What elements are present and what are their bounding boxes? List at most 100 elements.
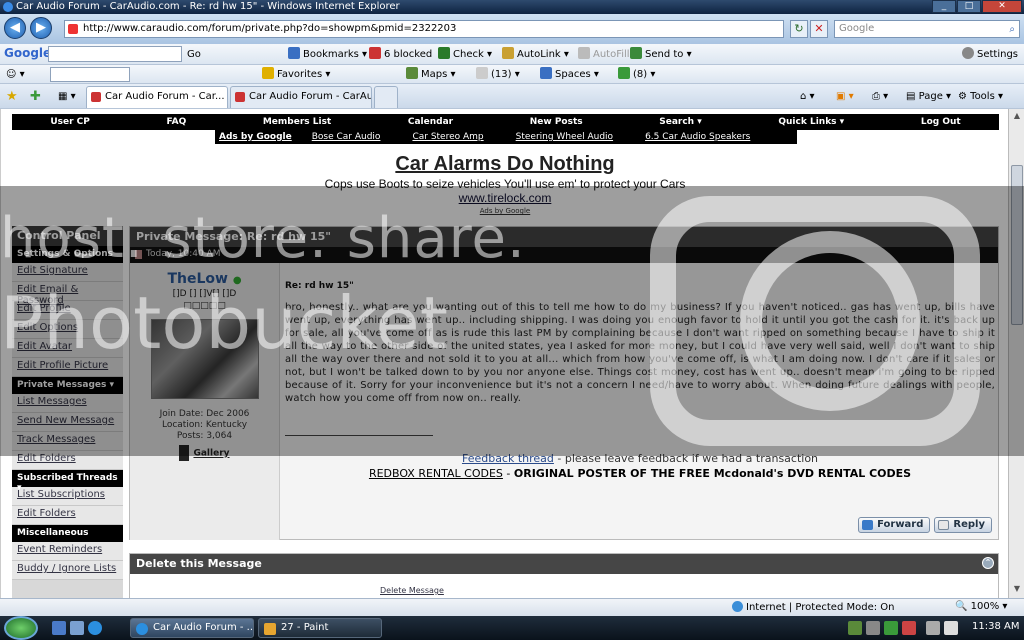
link-buddy-ignore-lists[interactable]: Buddy / Ignore Lists: [12, 561, 123, 580]
forward-message-button[interactable]: Forward: [858, 517, 931, 533]
ie-quicklaunch-icon[interactable]: [88, 621, 102, 635]
tray-icon[interactable]: [866, 621, 880, 635]
autofill-button[interactable]: AutoFill: [578, 47, 630, 62]
taskbar-ie-window[interactable]: Car Audio Forum - ...: [130, 618, 254, 638]
link-edit-profile[interactable]: Edit Profile: [12, 301, 123, 320]
tray-icon[interactable]: [902, 621, 916, 635]
home-icon[interactable]: ⌂ ▾: [800, 89, 815, 104]
maximize-button[interactable]: □: [957, 0, 981, 13]
link-track-messages[interactable]: Track Messages: [12, 432, 123, 451]
ads-label[interactable]: Ads by Google: [215, 132, 296, 142]
quick-tabs-icon[interactable]: ▦ ▾: [58, 89, 76, 104]
nav-faq[interactable]: FAQ: [166, 117, 186, 127]
delete-message-panel: Delete this Message ⌃ Delete Message: [129, 553, 999, 598]
show-desktop-icon[interactable]: [52, 621, 66, 635]
nav-members-list[interactable]: Members List: [263, 117, 331, 127]
favorites-button[interactable]: Favorites ▾: [262, 67, 330, 82]
stop-button[interactable]: ✕: [810, 20, 828, 38]
tray-icon[interactable]: [848, 621, 862, 635]
spaces-button[interactable]: Spaces ▾: [540, 67, 599, 82]
tools-menu-button[interactable]: ⚙ Tools ▾: [958, 89, 1003, 104]
tab-car-audio-2[interactable]: Car Audio Forum - CarAu...: [230, 86, 372, 108]
link-list-messages[interactable]: List Messages: [12, 394, 123, 413]
reply-button[interactable]: Reply: [934, 517, 992, 533]
nav-search[interactable]: Search ▾: [659, 117, 702, 127]
nav-calendar[interactable]: Calendar: [408, 117, 453, 127]
volume-icon[interactable]: [944, 621, 958, 635]
security-zone[interactable]: Internet | Protected Mode: On: [732, 601, 894, 613]
user-avatar[interactable]: [150, 319, 259, 399]
people-button[interactable]: (8) ▾: [618, 67, 655, 82]
new-tab-button[interactable]: [374, 86, 398, 108]
spellcheck-button[interactable]: Check ▾: [438, 47, 492, 62]
nav-quick-links[interactable]: Quick Links ▾: [778, 117, 844, 127]
web-search-input[interactable]: [50, 67, 130, 82]
google-settings-button[interactable]: Settings: [962, 47, 1018, 62]
maps-button[interactable]: Maps ▾: [406, 67, 456, 82]
favorites-center-icon[interactable]: ★: [6, 89, 18, 104]
ad-title[interactable]: Car Alarms Do Nothing: [1, 153, 1008, 176]
minimize-button[interactable]: _: [932, 0, 956, 13]
nav-user-cp[interactable]: User CP: [50, 117, 90, 127]
collapse-icon[interactable]: ⌃: [982, 557, 994, 569]
scroll-thumb[interactable]: [1011, 165, 1023, 325]
print-icon[interactable]: ⎙ ▾: [872, 89, 888, 104]
ad-link[interactable]: Bose Car Audio: [296, 132, 397, 142]
sendto-button[interactable]: Send to ▾: [630, 47, 692, 62]
redbox-codes-link[interactable]: REDBOX RENTAL CODES: [369, 467, 503, 480]
autolink-button[interactable]: AutoLink ▾: [502, 47, 569, 62]
ad-link[interactable]: Car Stereo Amp: [396, 132, 499, 142]
mail-button[interactable]: (13) ▾: [476, 67, 520, 82]
ad-link[interactable]: 6.5 Car Audio Speakers: [629, 132, 766, 142]
feedback-thread-link[interactable]: Feedback thread: [462, 452, 554, 465]
user-stats: Join Date: Dec 2006 Location: Kentucky P…: [130, 409, 279, 442]
taskbar-paint-window[interactable]: 27 - Paint: [258, 618, 382, 638]
link-event-reminders[interactable]: Event Reminders: [12, 542, 123, 561]
forward-button[interactable]: ▶: [30, 17, 52, 39]
tab-car-audio-1[interactable]: Car Audio Forum - Car...: [86, 86, 228, 108]
nav-new-posts[interactable]: New Posts: [530, 117, 583, 127]
bookmarks-button[interactable]: Bookmarks ▾: [288, 47, 367, 62]
scroll-up-arrow-icon[interactable]: ▲: [1011, 111, 1023, 123]
msn-icon[interactable]: ☺ ▾: [6, 67, 25, 82]
ads-by-google[interactable]: Ads by Google: [1, 207, 1008, 215]
section-subscribed-threads[interactable]: Subscribed Threads ▾: [12, 470, 123, 493]
ad-link[interactable]: Steering Wheel Audio: [500, 132, 629, 142]
close-button[interactable]: ✕: [982, 0, 1022, 13]
refresh-button[interactable]: ↻: [790, 20, 808, 38]
link-list-subscriptions[interactable]: List Subscriptions: [12, 487, 123, 506]
search-input[interactable]: Google ⌕: [834, 20, 1020, 38]
nav-log-out[interactable]: Log Out: [921, 117, 961, 127]
vertical-scrollbar[interactable]: ▲ ▼: [1008, 109, 1024, 598]
link-edit-email-password[interactable]: Edit Email & Password: [12, 282, 123, 306]
link-edit-profile-picture[interactable]: Edit Profile Picture: [12, 358, 123, 377]
link-edit-options[interactable]: Edit Options: [12, 320, 123, 339]
search-icon[interactable]: ⌕: [1009, 22, 1015, 38]
scroll-down-arrow-icon[interactable]: ▼: [1011, 584, 1023, 596]
gallery-link[interactable]: Gallery: [130, 445, 279, 461]
autofill-icon: [578, 47, 590, 59]
start-button[interactable]: [4, 616, 38, 640]
maps-icon: [406, 67, 418, 79]
google-search-input[interactable]: [48, 46, 182, 62]
popup-blocker-button[interactable]: 6 blocked: [369, 47, 432, 62]
back-button[interactable]: ◀: [4, 17, 26, 39]
add-favorites-icon[interactable]: ✚: [30, 89, 41, 104]
page-menu-button[interactable]: ▤ Page ▾: [906, 89, 951, 104]
tray-icon[interactable]: [884, 621, 898, 635]
link-edit-folders[interactable]: Edit Folders: [12, 451, 123, 470]
taskbar-clock[interactable]: 11:38 AM: [972, 621, 1019, 632]
link-edit-signature[interactable]: Edit Signature: [12, 263, 123, 282]
network-icon[interactable]: [926, 621, 940, 635]
ad-url[interactable]: www.tirelock.com: [1, 191, 1008, 205]
switch-windows-icon[interactable]: [70, 621, 84, 635]
section-private-messages[interactable]: Private Messages ▾: [12, 377, 123, 394]
link-edit-folders-subs[interactable]: Edit Folders: [12, 506, 123, 525]
link-send-new-message[interactable]: Send New Message: [12, 413, 123, 432]
username-link[interactable]: TheLow ●: [130, 271, 279, 287]
google-go-button[interactable]: Go: [187, 47, 201, 62]
address-bar[interactable]: http://www.caraudio.com/forum/private.ph…: [64, 20, 784, 38]
rss-icon[interactable]: ▣ ▾: [836, 89, 854, 104]
link-edit-avatar[interactable]: Edit Avatar: [12, 339, 123, 358]
zoom-level[interactable]: 🔍 100% ▾: [955, 601, 1007, 612]
